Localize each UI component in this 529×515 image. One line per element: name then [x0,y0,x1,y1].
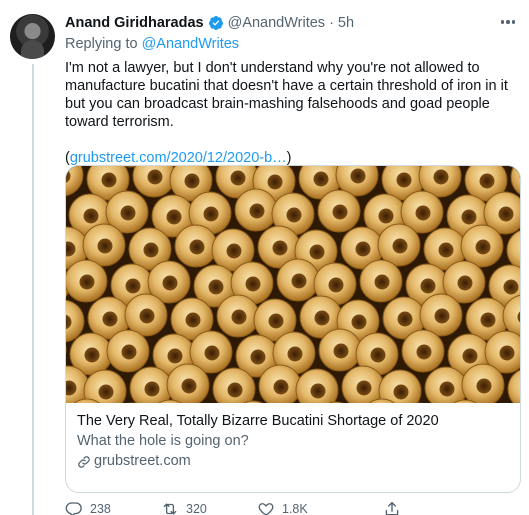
card-title: The Very Real, Totally Bizarre Bucatini … [77,413,439,429]
pasta-tube [460,224,504,268]
link-icon [78,455,90,468]
tweet[interactable]: Anand Giridharadas @AnandWrites · 5h Rep… [65,12,521,515]
share-button[interactable] [383,499,413,515]
pasta-tube [419,293,463,337]
card-domain-text: grubstreet.com [94,453,191,469]
replying-prefix: Replying to [65,36,142,52]
thread-line [32,64,34,515]
pasta-tube [276,258,320,302]
tweet-link[interactable]: grubstreet.com/2020/12/2020-b… [70,150,287,166]
card-domain: grubstreet.com [77,452,509,471]
pasta-tube [318,328,362,372]
pasta-tube [341,365,385,403]
reply-button[interactable]: 238 [65,499,161,515]
like-button[interactable]: 1.8K [257,499,353,515]
card-body: The Very Real, Totally Bizarre Bucatini … [66,403,520,480]
replying-to-mention[interactable]: @AnandWrites [142,36,239,52]
tweet-header: Anand Giridharadas @AnandWrites · 5h [65,12,520,34]
retweet-count: 320 [186,502,207,515]
card-description: What the hole is going on? [77,433,249,449]
link-card[interactable]: The Very Real, Totally Bizarre Bucatini … [65,165,521,493]
pasta-tube [377,223,421,267]
retweet-button[interactable]: 320 [161,499,257,515]
pasta-tube [174,224,218,268]
pasta-tube [424,366,468,403]
bucatini-photo [66,166,520,403]
link-close-paren: ) [286,150,292,166]
pasta-tube [234,188,278,232]
reply-count: 238 [90,502,111,515]
pasta-tube [258,364,302,403]
pasta-tube [129,366,173,403]
more-dots-icon[interactable] [498,12,518,32]
reply-icon [65,502,82,515]
share-icon [385,501,399,515]
tweet-time[interactable]: 5h [338,15,354,31]
author-name[interactable]: Anand Giridharadas [65,15,204,31]
pasta-tube [166,363,210,403]
avatar[interactable] [10,14,55,59]
retweet-icon [163,503,177,515]
pasta-tube [317,189,361,233]
pasta-tube [216,294,260,338]
pasta-tube [359,259,403,303]
pasta-tube [461,363,505,403]
pasta-tube [66,259,108,303]
pasta-tube [124,293,168,337]
pasta-tube [106,329,150,373]
tweet-actions: 238 320 1.8K [65,499,485,515]
separator-dot: · [329,15,334,31]
verified-badge-icon [208,16,223,30]
pasta-tube [82,223,126,267]
like-count: 1.8K [282,502,308,515]
replying-to: Replying to @AnandWrites [65,36,520,55]
pasta-tube [401,329,445,373]
author-handle[interactable]: @AnandWrites [228,15,325,31]
card-image-bucatini[interactable] [66,166,520,403]
heart-icon [258,503,274,515]
tweet-text: I'm not a lawyer, but I don't understand… [65,60,508,130]
